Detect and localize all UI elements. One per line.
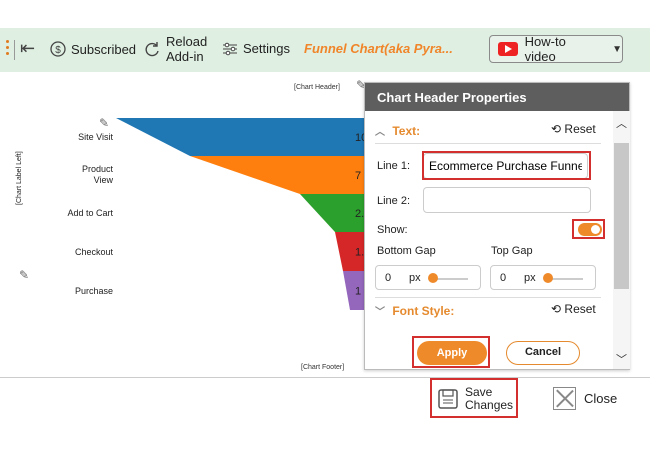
line1-label: Line 1: [377, 160, 411, 172]
scrollbar-thumb[interactable] [614, 143, 629, 289]
howto-video-dropdown[interactable]: How-to video ▼ [489, 34, 623, 64]
funnel-value-label: 1 [355, 286, 361, 298]
settings-label: Settings [243, 41, 290, 56]
top-gap-unit: px [524, 272, 536, 284]
close-label: Close [584, 391, 618, 406]
divider [14, 40, 15, 60]
save-label-2: Changes [465, 398, 514, 412]
funnel-stage-1[interactable] [190, 156, 365, 194]
text-section-toggle[interactable]: ︿ Text: [375, 123, 420, 138]
funnel-stage-0[interactable] [116, 118, 365, 156]
chevron-down-icon: ﹀ [375, 307, 385, 318]
scroll-down-icon[interactable]: ﹀ [616, 351, 627, 367]
apply-button[interactable]: Apply [417, 341, 487, 365]
cancel-button[interactable]: Cancel [506, 341, 580, 365]
settings-button[interactable]: Settings [222, 41, 290, 56]
chart-header-properties-panel: Chart Header Properties ︿ Text: ⟲ Reset … [364, 82, 630, 370]
funnel-stage-4[interactable] [343, 271, 365, 310]
scroll-up-icon[interactable]: ︿ [616, 115, 627, 131]
highlight-box [422, 151, 591, 180]
funnel-stage-label: Checkout [74, 246, 113, 257]
text-reset-label: Reset [564, 122, 596, 136]
funnel-value-label: 1. [355, 247, 364, 259]
toolbar: ⇤ $ Subscribed Reload Add-in Settings Fu… [0, 28, 650, 72]
reload-addin-button[interactable]: Reload Add-in [143, 34, 207, 64]
top-gap-slider-knob[interactable] [543, 273, 553, 283]
font-section-label: Font Style: [392, 304, 455, 318]
funnel-stage-label: Purchase [74, 285, 113, 296]
app-window: ⇤ $ Subscribed Reload Add-in Settings Fu… [0, 0, 650, 450]
bottom-gap-slider-knob[interactable] [428, 273, 438, 283]
divider [0, 377, 650, 378]
undo-icon: ⟲ [551, 122, 562, 136]
font-reset-button[interactable]: ⟲ Reset [551, 302, 596, 316]
show-label: Show: [377, 224, 408, 236]
sliders-icon [223, 42, 237, 55]
bottom-gap-unit: px [409, 272, 421, 284]
subscribed-button[interactable]: $ Subscribed [50, 41, 136, 57]
top-gap-value[interactable]: 0 [500, 272, 506, 284]
funnel-value-label: 7 [355, 170, 361, 182]
chart-header-placeholder[interactable]: [Chart Header] [294, 84, 340, 91]
dollar-icon: $ [50, 41, 66, 57]
line2-input[interactable] [423, 187, 591, 213]
save-changes-button[interactable]: Save Changes [433, 381, 515, 417]
chevron-up-icon: ︿ [375, 127, 385, 138]
funnel-stage-label: Product View [81, 164, 113, 185]
subscribed-label: Subscribed [71, 41, 137, 57]
reload-label-1: Reload [166, 34, 208, 49]
font-reset-label: Reset [564, 302, 596, 316]
line2-label: Line 2: [377, 195, 411, 207]
bottom-gap-label: Bottom Gap [377, 245, 436, 257]
reload-label-2: Add-in [166, 49, 204, 64]
text-section-label: Text: [392, 124, 421, 138]
bottom-gap-value[interactable]: 0 [385, 272, 391, 284]
divider [375, 297, 601, 298]
save-icon [438, 389, 458, 409]
text-reset-button[interactable]: ⟲ Reset [551, 122, 596, 136]
back-arrow-icon[interactable]: ⇤ [20, 38, 35, 59]
howto-label: How-to video [524, 34, 566, 64]
chart-title-tab[interactable]: Funnel Chart(aka Pyra... [304, 41, 453, 56]
menu-dots-icon[interactable] [6, 40, 10, 60]
undo-icon: ⟲ [551, 302, 562, 316]
highlight-box [572, 219, 605, 239]
top-gap-control: 0 px [490, 265, 596, 290]
bottom-gap-control: 0 px [375, 265, 481, 290]
svg-text:$: $ [55, 45, 61, 56]
chevron-down-icon: ▼ [612, 43, 622, 55]
funnel-stage-label: Site Visit [78, 132, 113, 142]
chart-footer-placeholder[interactable]: [Chart Footer] [301, 364, 344, 371]
reload-icon [145, 42, 159, 57]
font-style-section-toggle[interactable]: ﹀ Font Style: [375, 303, 454, 318]
funnel-value-label: 2. [355, 208, 364, 220]
divider [375, 143, 601, 144]
panel-title: Chart Header Properties [365, 83, 629, 111]
top-gap-label: Top Gap [491, 245, 533, 257]
funnel-stage-label: Add to Cart [67, 208, 113, 218]
close-icon [553, 387, 576, 410]
youtube-icon [498, 42, 518, 56]
close-button[interactable]: Close [553, 387, 617, 410]
